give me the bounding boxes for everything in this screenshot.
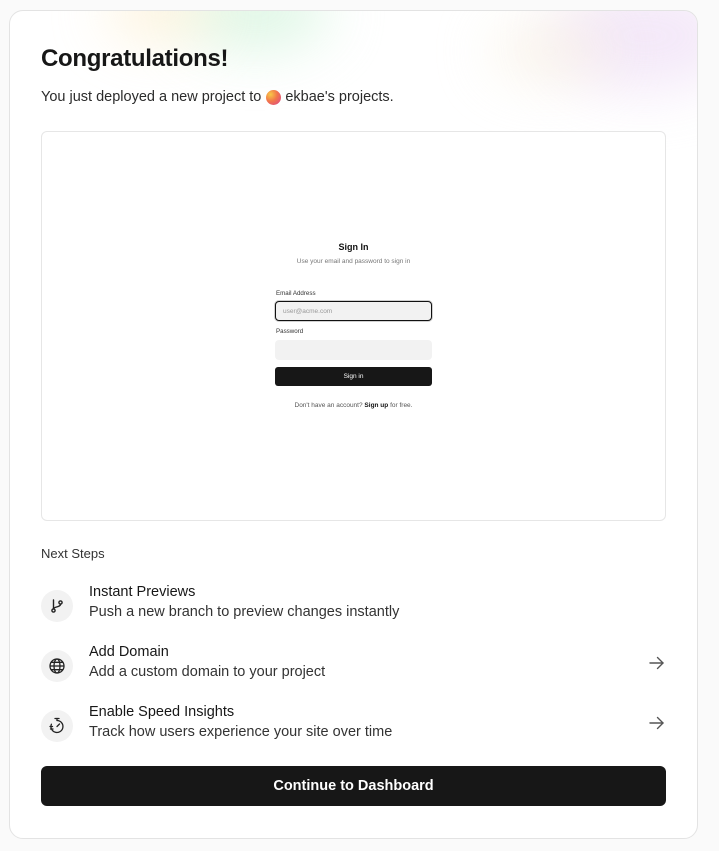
- preview-email-label: Email Address: [276, 290, 316, 297]
- preview-email-input: user@acme.com: [275, 301, 432, 321]
- deploy-message: You just deployed a new project to ekbae…: [41, 89, 394, 105]
- step-title: Enable Speed Insights: [89, 704, 235, 720]
- stopwatch-icon: [41, 710, 73, 742]
- team-name: ekbae's projects.: [285, 89, 394, 105]
- page-title: Congratulations!: [41, 45, 229, 72]
- preview-signin-button: Sign in: [275, 367, 432, 386]
- preview-password-label: Password: [276, 328, 304, 335]
- preview-footer-prefix: Don't have an account?: [294, 402, 363, 409]
- preview-email-placeholder: user@acme.com: [283, 307, 333, 315]
- deployment-success-card: Congratulations! You just deployed a new…: [9, 10, 698, 839]
- background-glow: [105, 11, 215, 41]
- step-add-domain[interactable]: Add Domain Add a custom domain to your p…: [41, 644, 666, 694]
- preview-footer-suffix: for free.: [390, 402, 413, 409]
- step-description: Add a custom domain to your project: [89, 664, 326, 680]
- step-title: Add Domain: [89, 644, 169, 660]
- arrow-right-icon[interactable]: [648, 714, 666, 732]
- continue-to-dashboard-button[interactable]: Continue to Dashboard: [41, 766, 666, 806]
- preview-signin-subtitle: Use your email and password to sign in: [296, 258, 411, 265]
- step-description: Push a new branch to preview changes ins…: [89, 604, 400, 620]
- step-description: Track how users experience your site ove…: [89, 724, 393, 740]
- preview-password-input: [275, 340, 432, 360]
- background-glow: [550, 11, 697, 91]
- team-avatar: [266, 89, 282, 105]
- step-speed-insights[interactable]: Enable Speed Insights Track how users ex…: [41, 704, 666, 754]
- step-title: Instant Previews: [89, 584, 196, 600]
- preview-signup-prompt: Don't have an account? Sign up for free.: [42, 402, 665, 409]
- arrow-right-icon[interactable]: [648, 654, 666, 672]
- deploy-message-text: You just deployed a new project to: [41, 89, 262, 105]
- globe-icon: [41, 650, 73, 682]
- background-glow: [490, 21, 610, 81]
- next-steps-heading: Next Steps: [41, 546, 105, 561]
- step-instant-previews[interactable]: Instant Previews Push a new branch to pr…: [41, 584, 666, 634]
- git-branch-icon: [41, 590, 73, 622]
- deployment-preview[interactable]: Sign In Use your email and password to s…: [41, 131, 666, 521]
- preview-signup-link: Sign up: [364, 402, 389, 409]
- preview-signin-title: Sign In: [338, 242, 369, 252]
